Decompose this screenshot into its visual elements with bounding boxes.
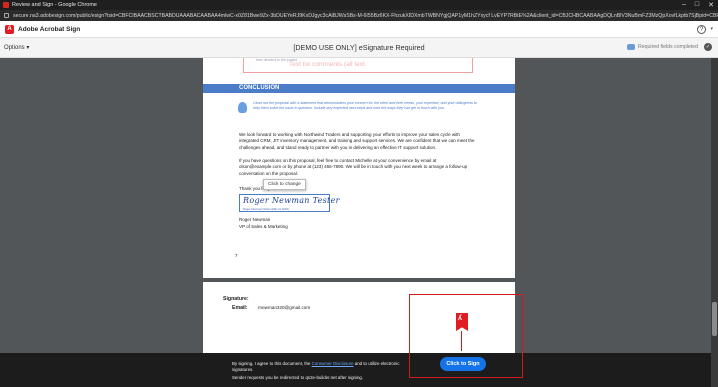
maximize-icon[interactable]: □ [695,1,699,9]
required-fields-label: Required fields completed [638,44,698,50]
window-controls: – □ ✕ [682,1,714,9]
signing-footer: By signing, I agree to this document, th… [0,353,711,387]
signer-title: VP of Sales & Marketing [239,224,288,229]
url-text[interactable]: secure.na3.adobesign.com/public/esign?ts… [13,13,718,19]
acrobat-logo-icon: A [5,24,14,34]
adobe-favicon-icon [3,2,9,8]
email-value: rnewman320@gmail.com [258,305,311,310]
body-paragraph: We look forward to working with Northwin… [239,132,475,150]
page-number: 7 [235,253,238,258]
signature-field[interactable]: Roger Newman Tester Roger Newman Tester … [239,194,339,212]
close-icon[interactable]: ✕ [708,1,714,9]
help-icon[interactable]: ? [697,25,706,34]
signer-name: Roger Newman [239,217,271,222]
options-bar: Options ▾ [DEMO USE ONLY] eSignature Req… [0,38,718,58]
browser-title-bar: Review and Sign - Google Chrome – □ ✕ [0,0,718,10]
address-bar[interactable]: secure.na3.adobesign.com/public/esign?ts… [0,10,718,21]
comment-field[interactable]: time devoted to the project Text for com… [243,58,473,73]
consumer-disclosure-link[interactable]: Consumer Disclosure [312,361,354,366]
bulb-icon [238,102,247,113]
signature-image: Roger Newman Tester [243,196,340,205]
section-heading: CONCLUSION [203,84,515,93]
flag-pointer [461,331,462,351]
acrobat-header: A Adobe Acrobat Sign ? ▾ [0,21,718,38]
signature-meta: Roger Newman Tester (Mar 11 2024) [243,207,289,211]
scrollbar[interactable] [711,58,718,387]
chevron-down-icon[interactable]: ▾ [710,26,713,32]
consent-prefix: By signing, I agree to this document, th… [232,361,311,366]
window-title: Review and Sign - Google Chrome [12,2,97,8]
consent-text: By signing, I agree to this document, th… [232,361,412,373]
lock-icon [4,13,9,18]
email-label: Email: [232,305,248,311]
document-title: [DEMO USE ONLY] eSignature Required [293,43,425,52]
intro-tip: Close out the proposal with a statement … [253,101,477,111]
signature-label: Signature: [223,296,249,302]
body-paragraph: If you have questions on this proposal, … [239,158,468,176]
field-placeholder: Text for comments (all text [289,61,365,68]
app-name: Adobe Acrobat Sign [18,25,81,33]
minimize-icon[interactable]: – [682,1,686,9]
acrobat-mark-icon: ʎ [458,315,462,322]
check-circle-icon: ✓ [704,43,712,51]
scrollbar-thumb[interactable] [712,302,717,336]
required-fields-status: Required fields completed [627,44,698,50]
document-page: time devoted to the project Text for com… [203,58,515,278]
tooltip: Click to change [263,179,306,190]
chat-icon[interactable] [627,44,636,50]
redirect-note: Sender requests you be redirected to qs2… [232,375,364,380]
click-to-sign-button[interactable]: Click to Sign [440,357,486,371]
